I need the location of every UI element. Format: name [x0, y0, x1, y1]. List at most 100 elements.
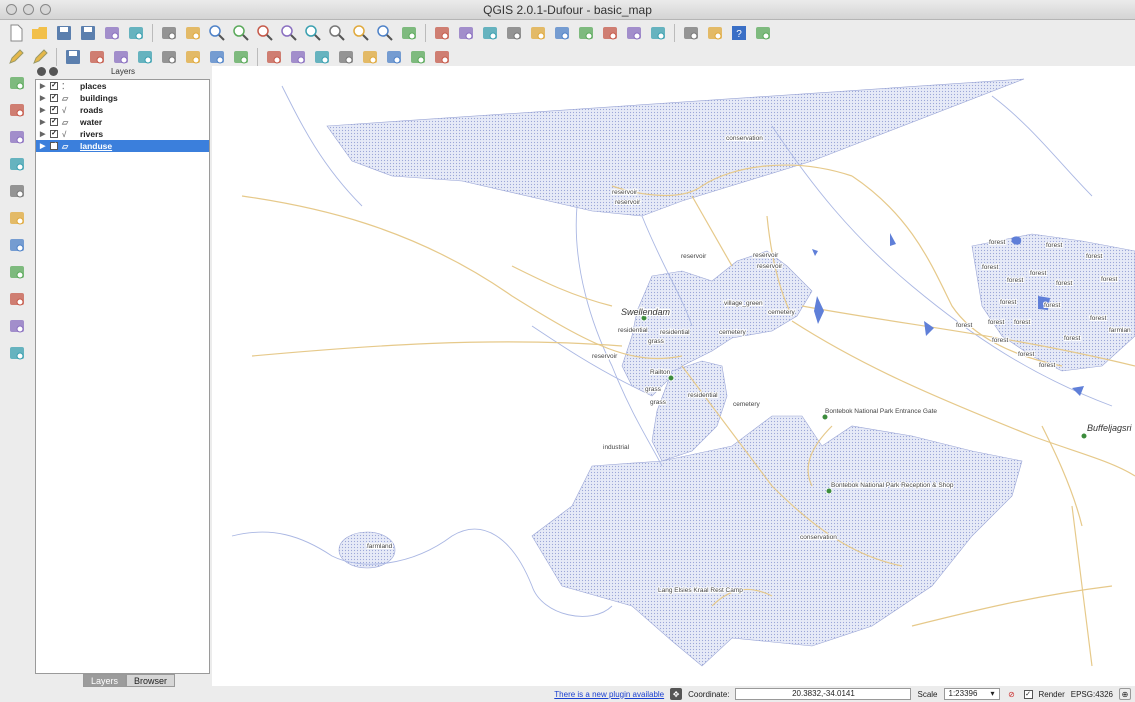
crs-label[interactable]: EPSG:4326 [1071, 690, 1113, 699]
add-feature-icon[interactable] [87, 47, 107, 67]
add-delimited-text-icon[interactable] [5, 288, 29, 310]
label-residential-1: residential [618, 327, 648, 334]
refresh-icon[interactable] [399, 23, 419, 43]
change-label-icon[interactable] [384, 47, 404, 67]
rotate-label-icon[interactable] [360, 47, 380, 67]
label-toolbar-icon[interactable] [264, 47, 284, 67]
expand-arrow-icon[interactable]: ▶ [40, 130, 50, 138]
landuse-layer [326, 78, 1135, 667]
window-title: QGIS 2.0.1-Dufour - basic_map [483, 3, 652, 17]
paste-features-icon[interactable] [231, 47, 251, 67]
layer-row-buildings[interactable]: ▶ ✓ ▱ buildings [36, 92, 209, 104]
new-shapefile-icon[interactable] [5, 315, 29, 337]
layer-row-landuse[interactable]: ▶ ✓ ▱ landuse [36, 140, 209, 152]
map-svg[interactable]: conservation reservoir reservoir reservo… [212, 66, 1135, 686]
identify-icon[interactable] [432, 23, 452, 43]
pan-to-selection-icon[interactable] [183, 23, 203, 43]
expand-arrow-icon[interactable]: ▶ [40, 94, 50, 102]
layer-visibility-checkbox[interactable]: ✓ [50, 118, 58, 126]
plugin-update-link[interactable]: There is a new plugin available [554, 690, 664, 699]
show-hide-labels-icon[interactable] [312, 47, 332, 67]
minimize-window-icon[interactable] [23, 4, 34, 15]
zoom-out-icon[interactable] [231, 23, 251, 43]
zoom-actual-icon[interactable] [255, 23, 275, 43]
add-raster-layer-icon[interactable] [5, 99, 29, 121]
undo-label-icon[interactable] [432, 47, 452, 67]
save-edits-icon[interactable] [63, 47, 83, 67]
zoom-in-icon[interactable] [207, 23, 227, 43]
coordinate-toggle-icon[interactable]: ✥ [670, 688, 683, 700]
scale-label: Scale [917, 689, 938, 699]
add-postgis-layer-icon[interactable] [5, 126, 29, 148]
label-props-icon[interactable] [408, 47, 428, 67]
layer-row-water[interactable]: ▶ ✓ ▱ water [36, 116, 209, 128]
zoom-last-icon[interactable] [351, 23, 371, 43]
add-wcs-layer-icon[interactable] [5, 234, 29, 256]
action-icon[interactable] [456, 23, 476, 43]
statistics-icon[interactable] [576, 23, 596, 43]
remove-layer-icon[interactable] [5, 342, 29, 364]
toggle-editing-icon[interactable] [6, 47, 26, 67]
save-as-icon[interactable] [78, 23, 98, 43]
cut-features-icon[interactable] [183, 47, 203, 67]
layer-visibility-checkbox[interactable]: ✓ [50, 130, 58, 138]
copy-features-icon[interactable] [207, 47, 227, 67]
layer-name: water [80, 117, 103, 127]
layer-visibility-checkbox[interactable]: ✓ [50, 106, 58, 114]
layer-visibility-checkbox[interactable]: ✓ [50, 82, 58, 90]
add-spatialite-layer-icon[interactable] [5, 153, 29, 175]
open-folder-icon[interactable] [30, 23, 50, 43]
pin-labels-icon[interactable] [288, 47, 308, 67]
expand-arrow-icon[interactable]: ▶ [40, 142, 50, 150]
layer-row-rivers[interactable]: ▶ ✓ √ rivers [36, 128, 209, 140]
add-mssql-layer-icon[interactable] [5, 180, 29, 202]
attribute-table-icon[interactable] [552, 23, 572, 43]
new-bookmark-icon[interactable] [681, 23, 701, 43]
layer-row-places[interactable]: ▶ ✓ ⁚ places [36, 80, 209, 92]
render-checkbox[interactable]: ✓ [1023, 689, 1033, 699]
zoom-window-icon[interactable] [40, 4, 51, 15]
zoom-to-layer-icon[interactable] [327, 23, 347, 43]
coordinate-field[interactable]: 20.3832,-34.0141 [735, 688, 912, 700]
field-calculator-icon[interactable] [528, 23, 548, 43]
new-print-composer-icon[interactable] [102, 23, 122, 43]
layer-visibility-checkbox[interactable]: ✓ [50, 94, 58, 102]
panel-close-icon[interactable] [37, 67, 46, 76]
layer-visibility-checkbox[interactable]: ✓ [50, 142, 58, 150]
edit-pencil-icon[interactable] [30, 47, 50, 67]
scale-select[interactable]: 1:23396 ▾ [943, 688, 1000, 700]
expand-arrow-icon[interactable]: ▶ [40, 106, 50, 114]
node-tool-icon[interactable] [135, 47, 155, 67]
layer-row-roads[interactable]: ▶ ✓ √ roads [36, 104, 209, 116]
add-vector-layer-icon[interactable] [5, 72, 29, 94]
bookmark-icon[interactable] [648, 23, 668, 43]
composer-manager-icon[interactable] [126, 23, 146, 43]
zoom-next-icon[interactable] [375, 23, 395, 43]
whats-this-icon[interactable] [753, 23, 773, 43]
select-icon[interactable] [480, 23, 500, 43]
move-feature-icon[interactable] [111, 47, 131, 67]
move-label-icon[interactable] [336, 47, 356, 67]
expand-arrow-icon[interactable]: ▶ [40, 82, 50, 90]
add-wfs-layer-icon[interactable] [5, 261, 29, 283]
save-icon[interactable] [54, 23, 74, 43]
measure-icon[interactable] [600, 23, 620, 43]
panel-float-icon[interactable] [49, 67, 58, 76]
map-tips-icon[interactable] [624, 23, 644, 43]
add-wms-layer-icon[interactable] [5, 207, 29, 229]
new-file-icon[interactable] [6, 23, 26, 43]
zoom-to-selection-icon[interactable] [303, 23, 323, 43]
stop-render-icon[interactable]: ⊘ [1006, 688, 1018, 700]
delete-selected-icon[interactable] [159, 47, 179, 67]
crs-status-icon[interactable]: ⊕ [1119, 688, 1131, 700]
text-annotation-icon[interactable] [705, 23, 725, 43]
pan-icon[interactable] [159, 23, 179, 43]
zoom-full-icon[interactable] [279, 23, 299, 43]
label-grass-1: grass [648, 338, 665, 345]
deselect-icon[interactable] [504, 23, 524, 43]
expand-arrow-icon[interactable]: ▶ [40, 118, 50, 126]
close-window-icon[interactable] [6, 4, 17, 15]
map-canvas[interactable]: conservation reservoir reservoir reservo… [212, 66, 1135, 686]
help-icon[interactable]: ? [729, 23, 749, 43]
layer-tree[interactable]: ▶ ✓ ⁚ places ▶ ✓ ▱ buildings ▶ ✓ √ roads ▶ ✓ ▱ water ▶ ✓ √… [35, 79, 210, 674]
